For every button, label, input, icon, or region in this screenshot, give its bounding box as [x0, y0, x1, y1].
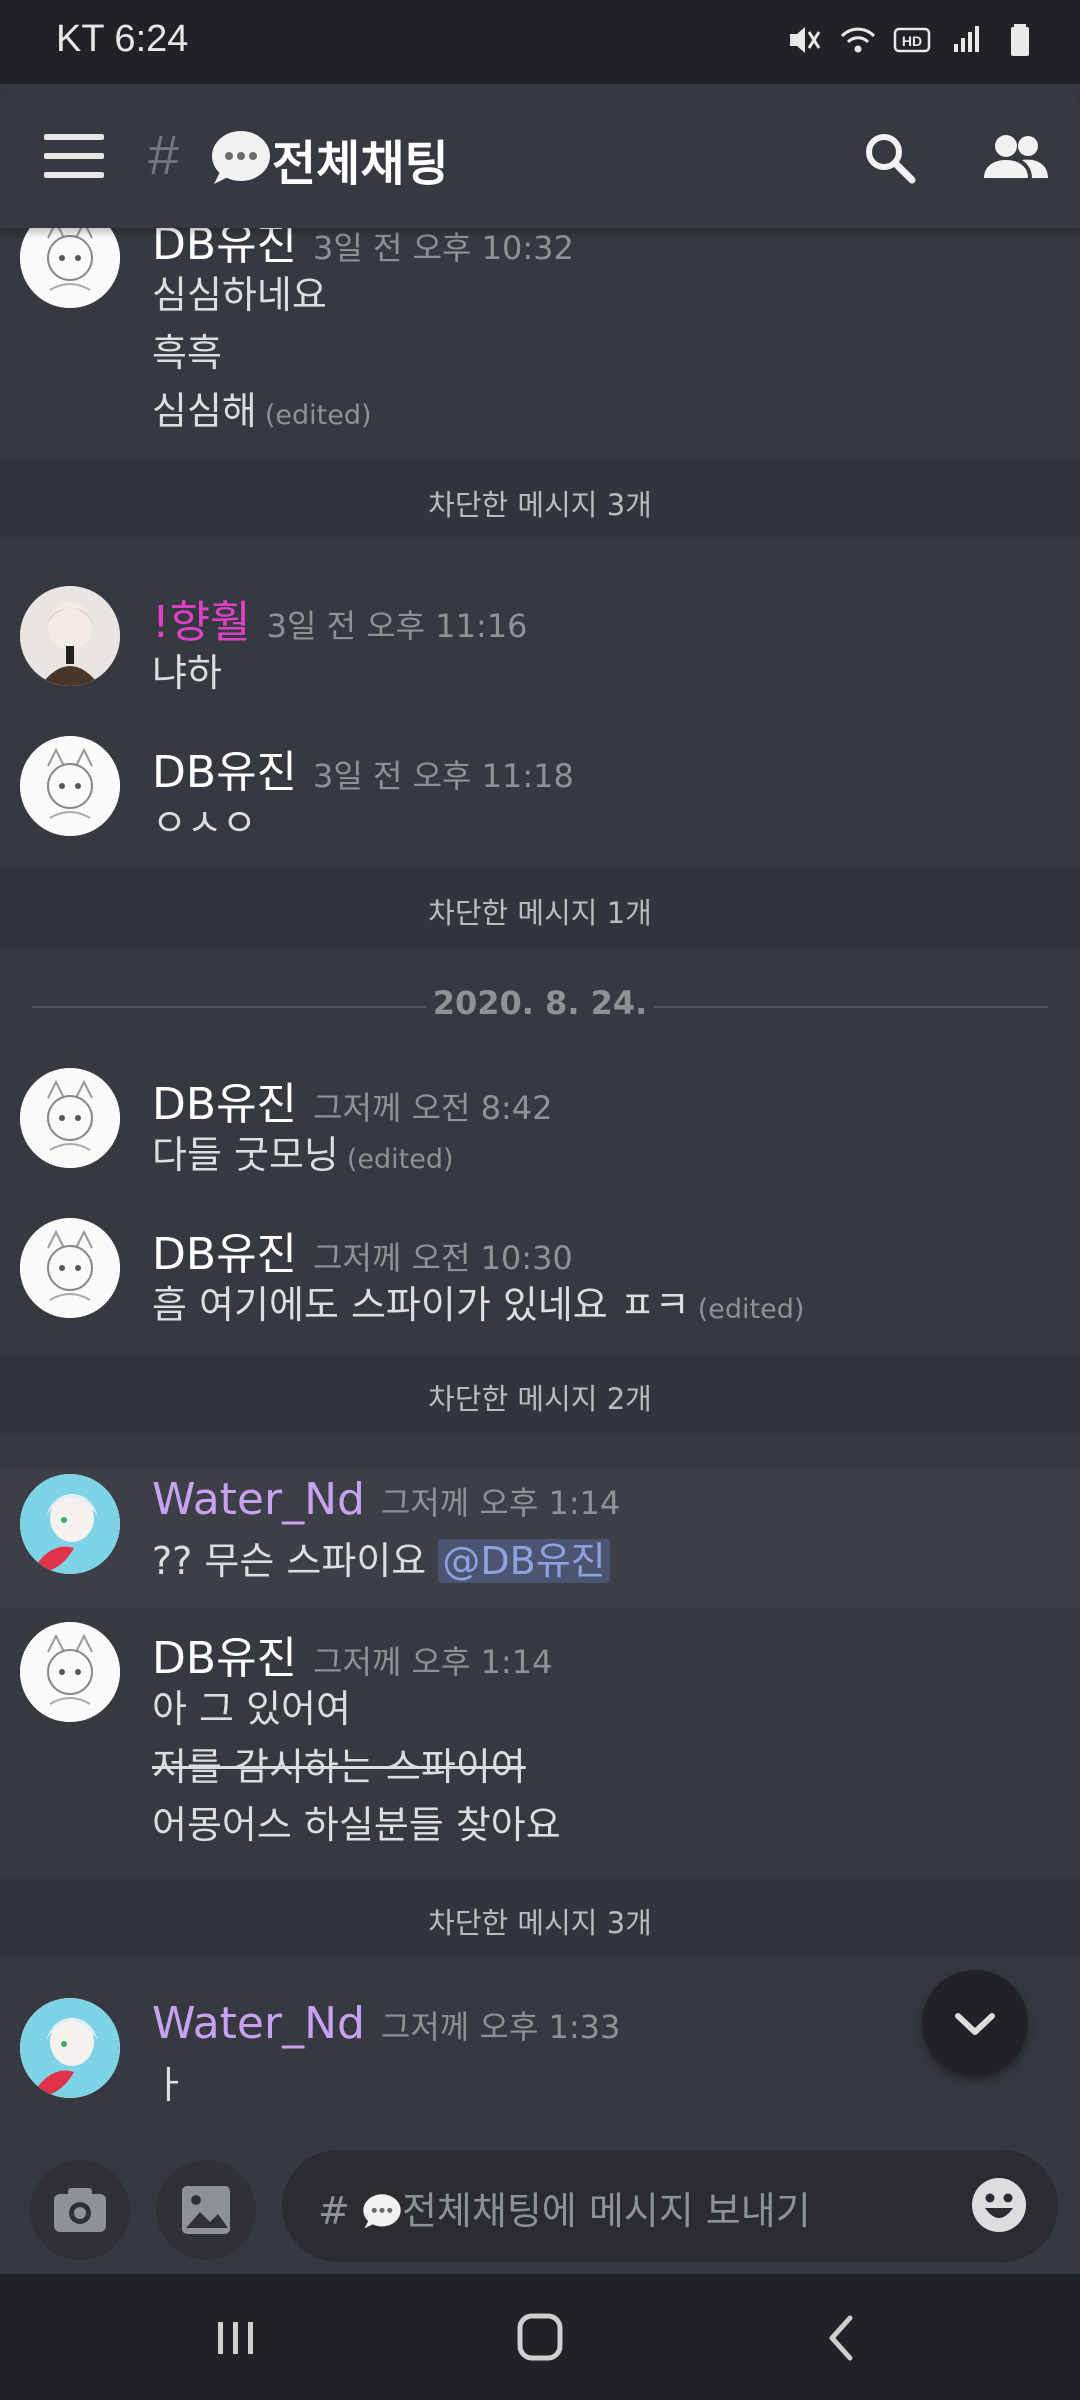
message-text: 심심해 (edited) — [152, 389, 372, 433]
username[interactable]: DB유진 3일 전 오후 11:18 — [152, 736, 574, 800]
message-text-strikethrough: 저를 감시하는 스파이여 — [152, 1745, 526, 1789]
message-input[interactable]: # 전체채팅에 메시지 보내기 — [282, 2150, 1058, 2262]
message-text: 아 그 있어여 — [152, 1687, 351, 1731]
timestamp: 3일 전 오후 11:16 — [266, 607, 528, 645]
message-text: ㅇㅅㅇ — [152, 801, 257, 845]
message-group[interactable]: DB유진 그저께 오후 1:14 아 그 있어여 저를 감시하는 스파이여 어몽어… — [0, 1622, 1080, 1872]
recents-icon[interactable] — [206, 2310, 266, 2366]
camera-icon — [54, 2188, 106, 2232]
message-text: 흑흑 — [152, 331, 222, 375]
chevron-down-icon — [955, 2013, 995, 2035]
message-text: ㅏ — [152, 2063, 187, 2107]
message-group[interactable]: DB유진 3일 전 오후 11:18 ㅇㅅㅇ — [0, 736, 1080, 866]
speech-bubble-icon — [363, 2194, 401, 2229]
blocked-messages-label[interactable]: 차단한 메시지 2개 — [0, 1376, 1080, 1418]
date-divider: 2020. 8. 24. — [32, 984, 1048, 1028]
message-group[interactable]: DB유진 그저께 오전 10:30 흠 여기에도 스파이가 있네요 ㅍㅋ (edit… — [0, 1218, 1080, 1348]
user-mention[interactable]: @DB유진 — [438, 1539, 610, 1583]
carrier-time: KT 6:24 — [56, 18, 189, 60]
image-icon — [182, 2186, 230, 2234]
date-label: 2020. 8. 24. — [432, 984, 648, 1022]
edited-label: (edited) — [697, 1294, 805, 1325]
avatar[interactable] — [20, 1474, 120, 1574]
battery-icon — [1011, 24, 1029, 56]
blocked-messages-label[interactable]: 차단한 메시지 3개 — [0, 1900, 1080, 1942]
message-text: 흠 여기에도 스파이가 있네요 ㅍㅋ (edited) — [152, 1283, 805, 1327]
timestamp: 그저께 오전 8:42 — [313, 1089, 553, 1127]
edited-label: (edited) — [346, 1144, 454, 1175]
message-list[interactable]: DB유진 3일 전 오후 10:32 심심하네요 흑흑 심심해 (edited) 차… — [0, 228, 1080, 2140]
signal-icon — [954, 26, 979, 52]
timestamp: 그저께 오후 1:14 — [380, 1484, 621, 1522]
avatar[interactable] — [20, 1068, 120, 1168]
username[interactable]: Water_Nd 그저께 오후 1:33 — [152, 1998, 620, 2049]
members-icon[interactable] — [982, 128, 1050, 188]
avatar[interactable] — [20, 1622, 120, 1722]
timestamp: 3일 전 오후 11:18 — [313, 757, 574, 795]
message-text: 다들 굿모닝 (edited) — [152, 1133, 454, 1177]
system-nav-bar — [0, 2274, 1080, 2400]
message-composer: # 전체채팅에 메시지 보내기 — [0, 2140, 1080, 2274]
message-group[interactable]: DB유진 그저께 오전 8:42 다들 굿모닝 (edited) — [0, 1068, 1080, 1198]
camera-button[interactable] — [30, 2160, 130, 2260]
wifi-icon — [840, 27, 876, 53]
timestamp: 그저께 오후 1:33 — [380, 2008, 621, 2046]
channel-header: # 전체채팅 — [0, 84, 1080, 228]
hamburger-icon[interactable] — [44, 134, 104, 178]
message-group[interactable]: Water_Nd 그저께 오후 1:14 ?? 무슨 스파이요 @DB유진 — [0, 1474, 1080, 1604]
avatar[interactable] — [20, 228, 120, 308]
timestamp: 그저께 오후 1:14 — [313, 1643, 553, 1681]
hd-icon: HD — [893, 27, 931, 53]
search-icon[interactable] — [860, 128, 920, 188]
username[interactable]: !향훨 3일 전 오후 11:16 — [152, 586, 527, 650]
mute-icon — [790, 27, 821, 53]
channel-hash: # — [148, 123, 180, 186]
message-group[interactable]: DB유진 3일 전 오후 10:32 심심하네요 흑흑 심심해 (edited) — [0, 228, 1080, 458]
svg-text:HD: HD — [902, 33, 922, 49]
emoji-icon[interactable] — [970, 2176, 1028, 2234]
edited-label: (edited) — [264, 400, 372, 431]
timestamp: 3일 전 오후 10:32 — [313, 229, 574, 267]
message-input-placeholder: # 전체채팅에 메시지 보내기 — [318, 2189, 811, 2233]
home-icon[interactable] — [510, 2310, 570, 2366]
back-icon[interactable] — [812, 2310, 872, 2366]
speech-bubble-icon — [212, 131, 270, 184]
status-bar: KT 6:24 HD — [0, 0, 1080, 84]
avatar[interactable] — [20, 1998, 120, 2098]
jump-to-bottom-button[interactable] — [922, 1970, 1028, 2076]
username[interactable]: DB유진 그저께 오전 8:42 — [152, 1068, 552, 1132]
status-icons: HD — [784, 20, 1040, 60]
message-text: ?? 무슨 스파이요 @DB유진 — [152, 1530, 610, 1585]
avatar[interactable] — [20, 586, 120, 686]
username[interactable]: DB유진 그저께 오후 1:14 — [152, 1622, 552, 1686]
message-text: 어몽어스 하실분들 찾아요 — [152, 1803, 561, 1847]
blocked-messages-label[interactable]: 차단한 메시지 1개 — [0, 890, 1080, 932]
timestamp: 그저께 오전 10:30 — [313, 1239, 573, 1277]
username[interactable]: DB유진 그저께 오전 10:30 — [152, 1218, 573, 1282]
message-text: 심심하네요 — [152, 273, 327, 317]
image-button[interactable] — [156, 2160, 256, 2260]
message-text: 냐하 — [152, 651, 222, 695]
blocked-messages-label[interactable]: 차단한 메시지 3개 — [0, 482, 1080, 524]
message-group[interactable]: Water_Nd 그저께 오후 1:33 ㅏ — [0, 1998, 1080, 2128]
message-group[interactable]: !향훨 3일 전 오후 11:16 냐하 — [0, 586, 1080, 716]
avatar[interactable] — [20, 1218, 120, 1318]
channel-title: 전체채팅 — [272, 136, 449, 192]
username[interactable]: Water_Nd 그저께 오후 1:14 — [152, 1474, 620, 1525]
avatar[interactable] — [20, 736, 120, 836]
